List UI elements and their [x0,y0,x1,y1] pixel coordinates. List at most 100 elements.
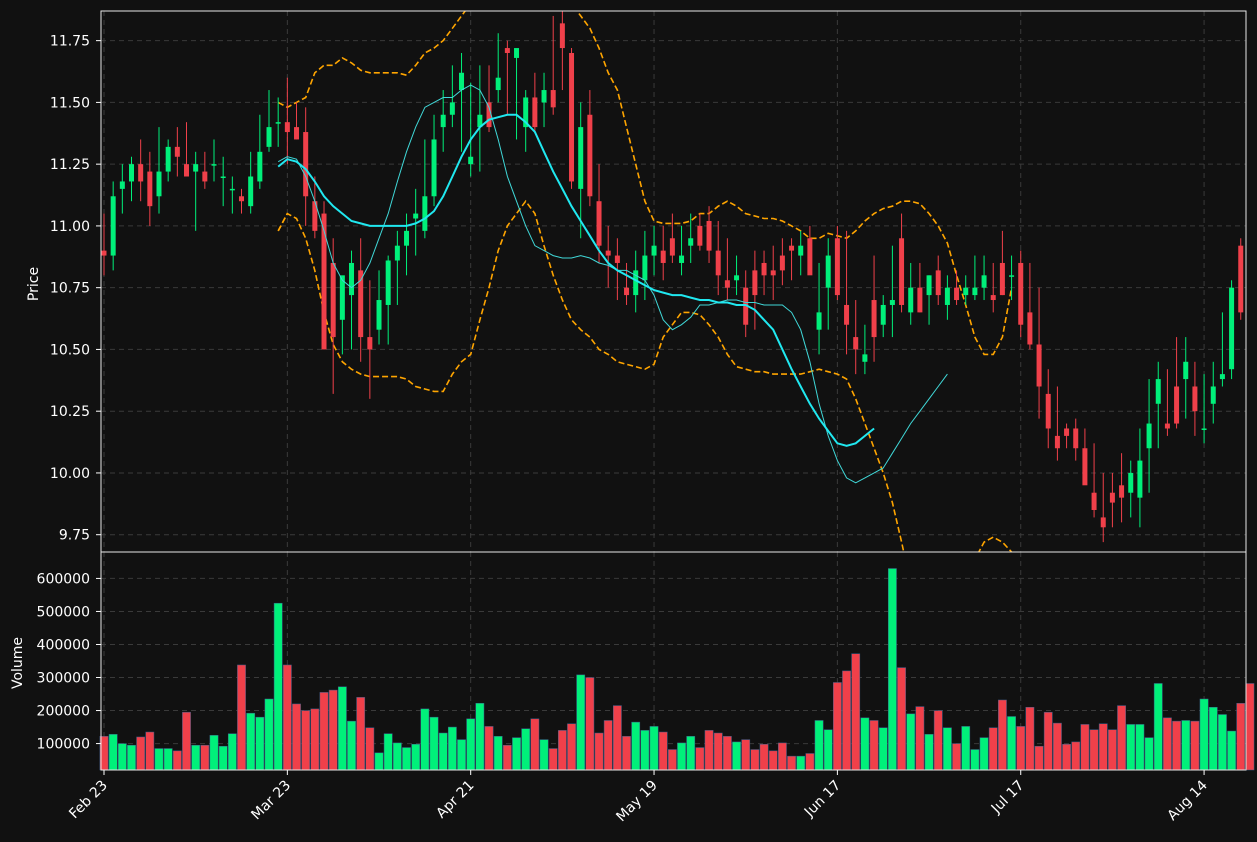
candle-body [1174,386,1180,424]
volume-bar [649,726,659,771]
volume-bar [768,750,778,771]
candle-body [1082,448,1088,486]
candle-body [321,213,327,350]
candle-body [926,275,932,296]
candle-body [385,260,391,305]
volume-bar [603,720,613,771]
volume-bar [227,733,237,771]
volume-bar [897,667,906,771]
volume-bar [842,670,851,771]
volume-bar [337,686,347,771]
price-tick-label: 10.75 [50,281,90,297]
candle-body [349,262,355,296]
candle-body [440,114,446,128]
candle-body [129,164,135,182]
candle-body [908,287,914,313]
volume-bar [622,736,631,771]
x-tick-label: Mar 23 [248,778,294,824]
candle-body [651,245,657,256]
candle-body [1119,485,1125,498]
candle-body [1054,435,1060,449]
volume-bar [117,743,127,771]
candle-body [174,146,180,157]
volume-bar [438,732,448,771]
volume-bar [878,727,888,771]
candle-body [917,287,923,313]
candle-body [1183,361,1189,380]
candle-body [294,127,300,140]
volume-bar [255,716,265,771]
volume-bar [787,755,796,771]
candle-body [1091,492,1097,511]
candle-body [798,245,804,256]
ma-slow-line [277,113,875,447]
candle-body [578,127,584,189]
volume-bar [127,744,136,771]
candle-body [1128,472,1134,493]
volume-bar [1016,726,1026,771]
volume-bar [191,744,201,771]
candle-body [889,300,895,305]
candle-body [239,196,245,202]
candle-body [541,90,547,103]
volume-bar [998,699,1007,771]
candle-body [963,287,969,296]
candle-body [605,250,611,256]
volume-bar [282,664,292,771]
candle-body [972,287,978,296]
volume-bar [310,708,320,771]
candle-body [449,102,455,115]
volume-bar [246,712,256,771]
candle-body [1229,287,1235,370]
volume-bar [640,730,650,771]
volume-bar [429,716,439,771]
volume-bar [576,674,586,771]
candle-body [981,275,987,288]
volume-bar [1163,717,1172,771]
candle-body [1192,386,1198,412]
candle-body [193,164,199,172]
candle-body [532,97,538,128]
volume-bar [392,742,402,771]
volume-bar [301,710,311,771]
volume-bar [594,732,604,771]
candle-body [706,220,712,251]
volume-bar [1218,714,1227,771]
candle-body [880,304,886,325]
candle-body [1155,379,1161,404]
candle-body [770,270,776,276]
price-grid [101,11,1246,552]
volume-bar [585,677,595,771]
candle-body [816,312,822,330]
candle-body [1027,312,1033,345]
volume-bar [1080,724,1090,771]
volume-bar [163,748,173,771]
x-tick-label: May 19 [613,778,661,826]
price-tick-label: 11.75 [50,34,90,50]
volume-bar [915,706,925,771]
volume-bar [1043,711,1053,771]
candles [101,11,1244,543]
volume-bar [447,726,457,771]
volume-bar [723,736,732,771]
volume-bar [1181,720,1191,771]
candle-body [165,146,171,172]
volume-bar [888,568,897,771]
volume-bar [823,729,833,771]
volume-bar [1153,683,1163,771]
candle-body [990,295,996,301]
volume-bar [539,739,549,771]
volume-bar [475,703,485,771]
candle-body [211,164,217,166]
candle-body [229,188,235,191]
volume-bar [502,744,512,771]
volume-bar [319,692,329,771]
volume-bar [172,750,182,771]
volume-bar [750,749,760,771]
volume-bar [273,602,283,771]
volume-bar [961,726,971,771]
volume-tick-label: 400000 [37,637,90,653]
candle-body [679,255,685,263]
candle-body [1146,423,1152,449]
candle-body [257,151,263,182]
